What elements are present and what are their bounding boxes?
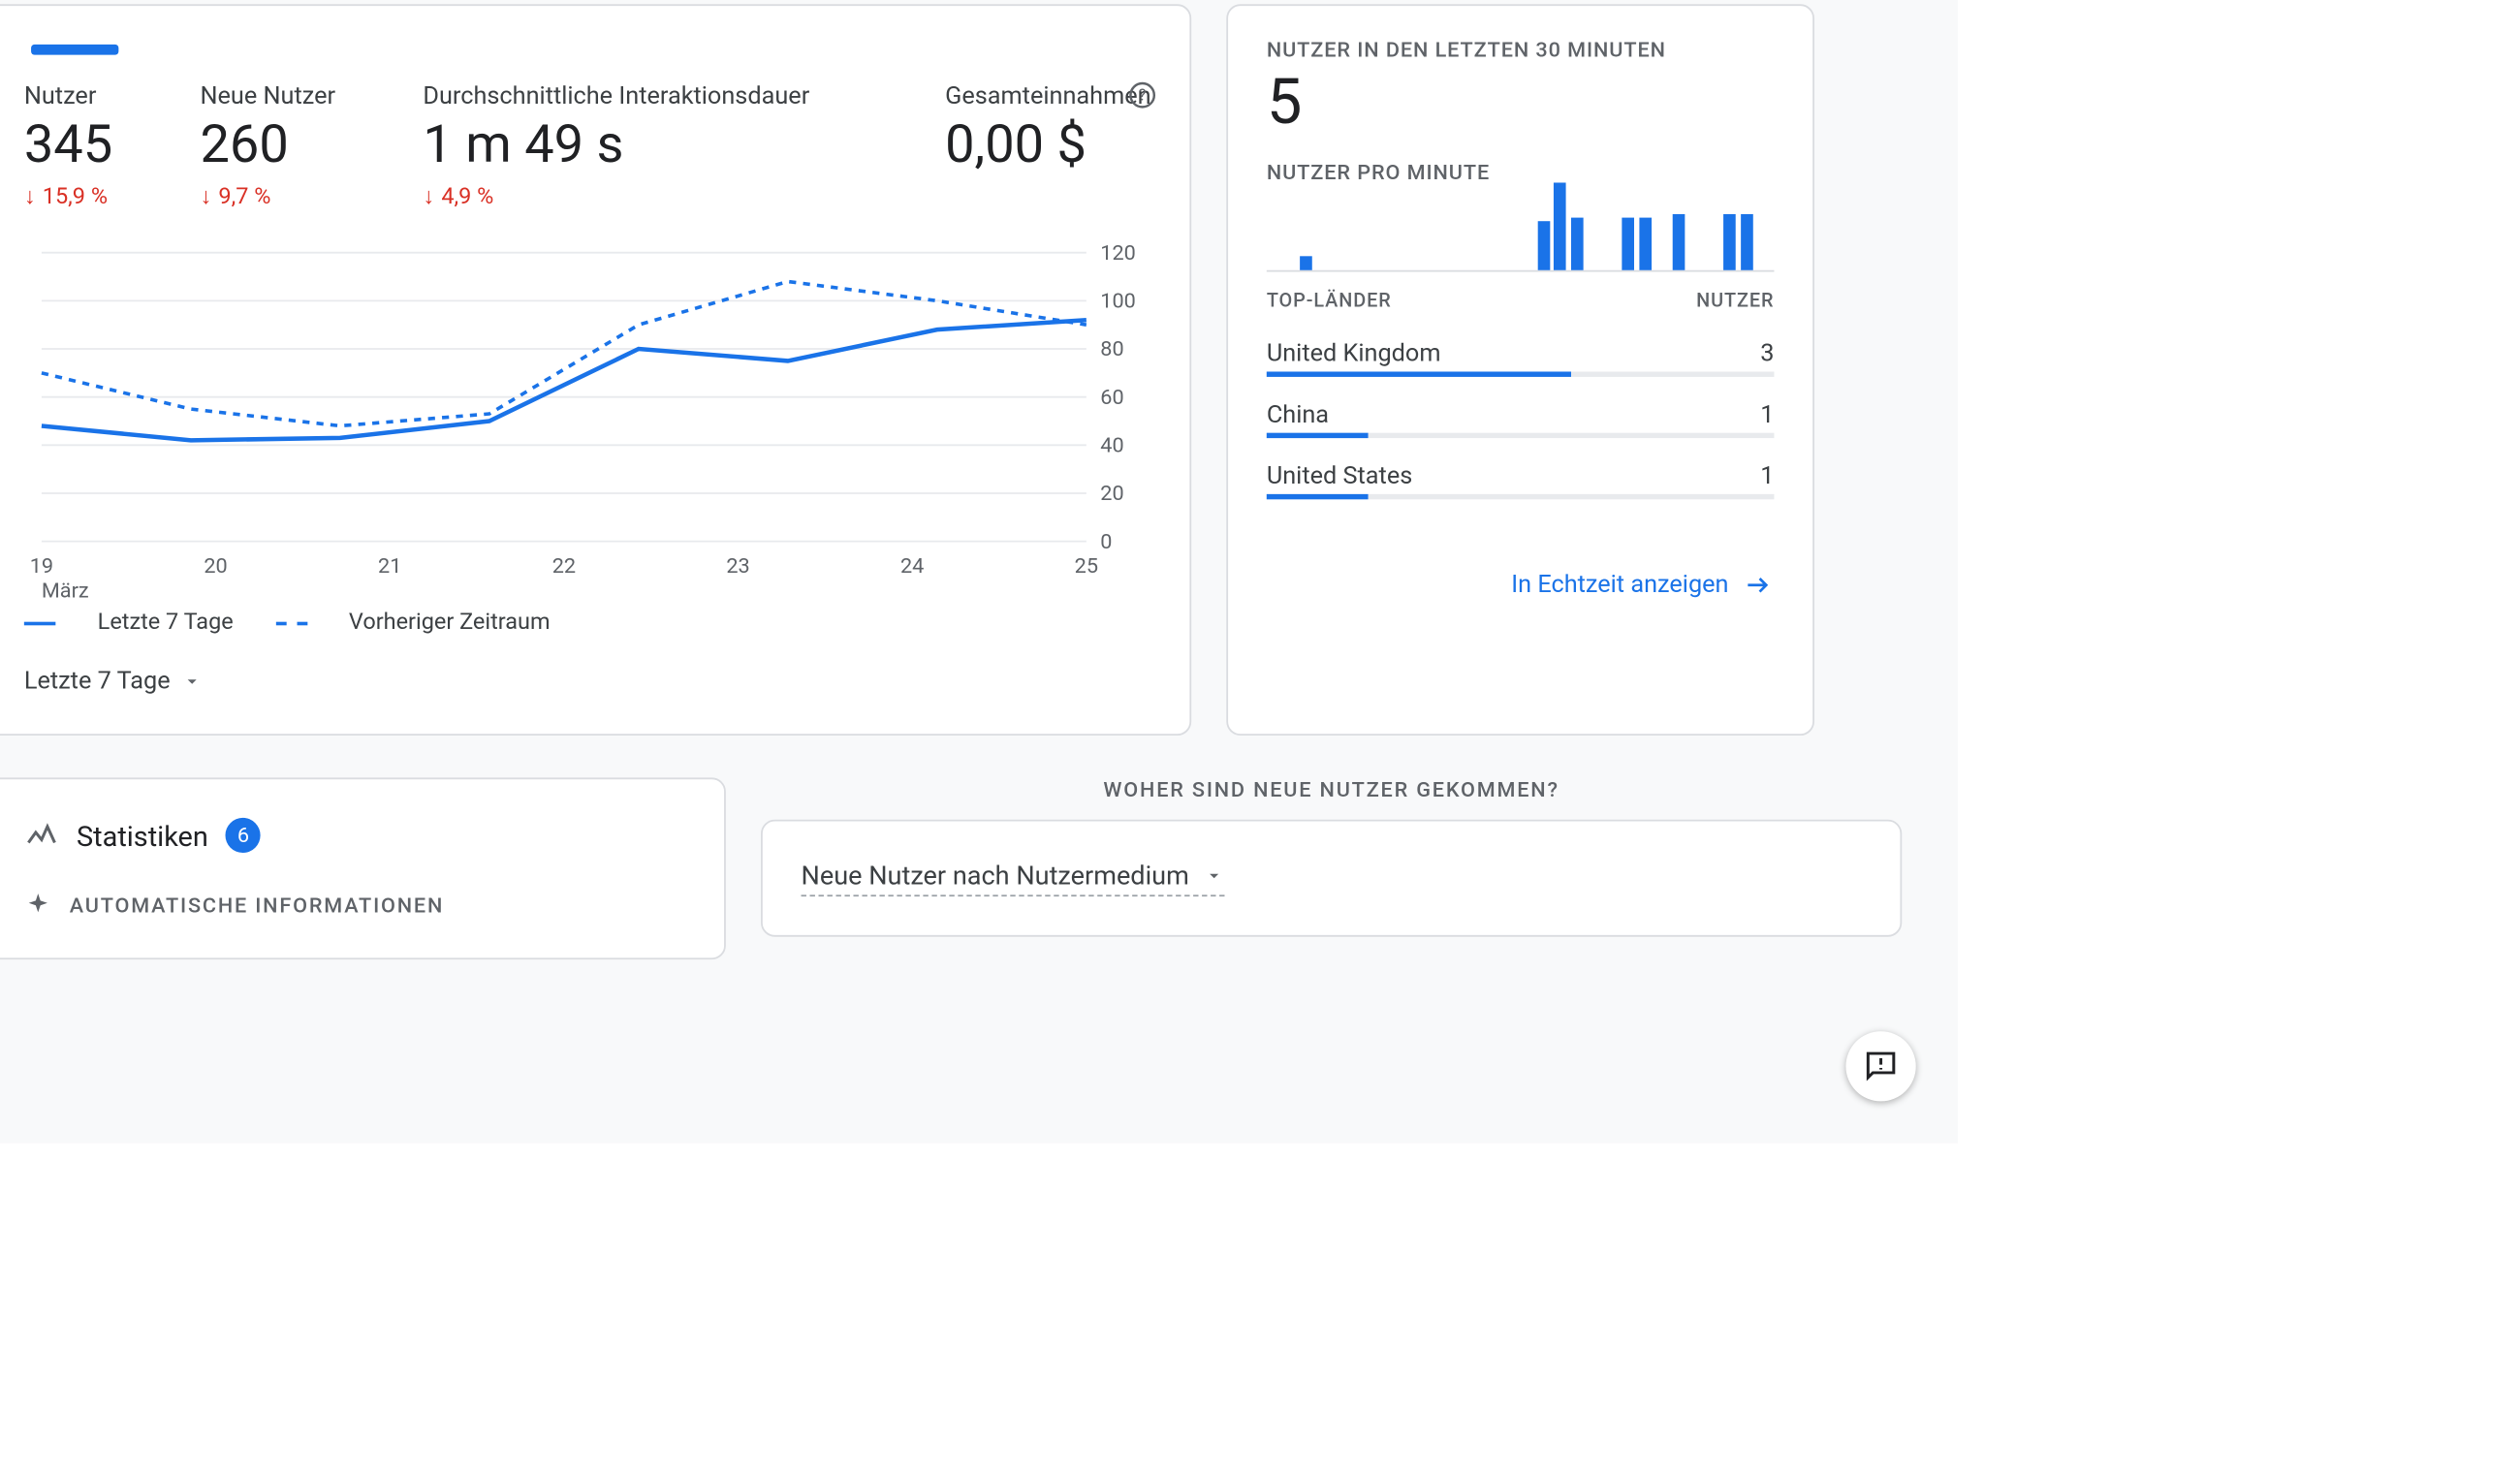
legend-label-previous: Vorheriger Zeitraum xyxy=(349,610,551,636)
main-content: Monatsbericht A Alle Nutzer Vergleich hi… xyxy=(0,0,1958,1144)
realtime-value: 5 xyxy=(1267,66,1775,140)
auto-insights-heading: AUTOMATISCHE INFORMATIONEN xyxy=(24,892,686,920)
date-range-label: Letzte 7 Tage xyxy=(24,668,171,696)
svg-text:60: 60 xyxy=(1100,386,1123,410)
metric-change: ↓15,9 % xyxy=(24,182,112,210)
country-bar xyxy=(1267,371,1775,376)
realtime-sparkline xyxy=(1267,184,1775,271)
legend-swatch-dashed xyxy=(275,621,307,625)
realtime-title: NUTZER IN DEN LETZTEN 30 MINUTEN xyxy=(1267,38,1775,62)
metric-label: Neue Nutzer xyxy=(200,83,335,111)
metric-value: 0,00 $ xyxy=(945,114,1151,175)
overview-card: Nutzer 345 ↓15,9 % Neue Nutzer 260 ↓9,7 … xyxy=(0,4,1191,736)
date-range-picker[interactable]: Letzte 7 Tage xyxy=(24,668,1151,696)
feedback-button[interactable] xyxy=(1845,1031,1915,1101)
svg-text:100: 100 xyxy=(1100,290,1136,314)
svg-text:20: 20 xyxy=(1100,482,1123,506)
svg-text:40: 40 xyxy=(1100,434,1123,458)
metric-label: Nutzer xyxy=(24,83,112,111)
legend-swatch-solid xyxy=(24,621,56,625)
source-picker-label: Neue Nutzer nach Nutzermedium xyxy=(802,860,1189,892)
feedback-icon xyxy=(1862,1047,1901,1085)
svg-text:25: 25 xyxy=(1075,554,1098,579)
insights-card: Statistiken 6 AUTOMATISCHE INFORMATIONEN xyxy=(0,777,726,959)
sparkle-icon xyxy=(24,892,52,920)
down-arrow-icon: ↓ xyxy=(24,182,36,210)
country-row: China1 xyxy=(1267,391,1775,432)
trend-chart: 0 20 40 60 80 100 120 19 20 21 22 23 24 25 März xyxy=(24,235,1151,603)
svg-text:22: 22 xyxy=(552,554,576,579)
svg-text:24: 24 xyxy=(900,554,924,579)
metric-value: 1 m 49 s xyxy=(423,114,857,175)
realtime-per-minute-label: NUTZER PRO MINUTE xyxy=(1267,160,1775,184)
svg-text:19: 19 xyxy=(30,554,53,579)
countries-header: TOP-LÄNDER NUTZER xyxy=(1267,290,1775,312)
svg-text:80: 80 xyxy=(1100,337,1123,361)
metric-value: 260 xyxy=(200,114,335,175)
metric-label: Gesamteinnahmen xyxy=(945,83,1151,111)
insights-count-badge: 6 xyxy=(226,818,261,853)
svg-text:20: 20 xyxy=(204,554,227,579)
metric-new-users[interactable]: Neue Nutzer 260 ↓9,7 % xyxy=(200,83,335,211)
metric-revenue[interactable]: Gesamteinnahmen 0,00 $ xyxy=(945,83,1151,211)
metric-change: ↓9,7 % xyxy=(200,182,335,210)
svg-text:0: 0 xyxy=(1100,530,1112,554)
section-question: WOHER SIND NEUE NUTZER GEKOMMEN? xyxy=(761,777,1902,801)
insights-icon xyxy=(24,818,59,853)
realtime-link-label: In Echtzeit anzeigen xyxy=(1511,571,1728,599)
svg-text:120: 120 xyxy=(1100,241,1136,266)
new-users-source-card: Neue Nutzer nach Nutzermedium xyxy=(761,820,1902,937)
svg-text:?: ? xyxy=(1139,86,1147,105)
country-bar xyxy=(1267,433,1775,438)
realtime-card: NUTZER IN DEN LETZTEN 30 MINUTEN 5 NUTZE… xyxy=(1226,4,1814,736)
active-tab-indicator xyxy=(31,45,118,55)
metric-avg-engagement[interactable]: Durchschnittliche Interaktionsdauer 1 m … xyxy=(423,83,857,211)
chart-legend: Letzte 7 Tage Vorheriger Zeitraum xyxy=(24,610,1151,636)
down-arrow-icon: ↓ xyxy=(423,182,434,210)
country-row: United Kingdom3 xyxy=(1267,329,1775,371)
svg-text:März: März xyxy=(42,579,89,602)
dropdown-icon xyxy=(180,671,202,692)
view-realtime-link[interactable]: In Echtzeit anzeigen xyxy=(1267,570,1775,602)
metric-value: 345 xyxy=(24,114,112,175)
help-icon[interactable]: ? xyxy=(1126,79,1158,111)
dropdown-icon xyxy=(1203,865,1224,887)
arrow-right-icon xyxy=(1743,570,1775,602)
country-row: United States1 xyxy=(1267,453,1775,494)
source-dimension-picker[interactable]: Neue Nutzer nach Nutzermedium xyxy=(802,860,1224,896)
insights-label: Statistiken xyxy=(77,819,208,852)
metric-change: ↓4,9 % xyxy=(423,182,857,210)
country-bar xyxy=(1267,494,1775,499)
metric-users[interactable]: Nutzer 345 ↓15,9 % xyxy=(24,83,112,211)
down-arrow-icon: ↓ xyxy=(200,182,211,210)
svg-text:21: 21 xyxy=(378,554,401,579)
legend-label-current: Letzte 7 Tage xyxy=(98,610,234,636)
metric-label: Durchschnittliche Interaktionsdauer xyxy=(423,83,857,111)
svg-text:23: 23 xyxy=(726,554,749,579)
